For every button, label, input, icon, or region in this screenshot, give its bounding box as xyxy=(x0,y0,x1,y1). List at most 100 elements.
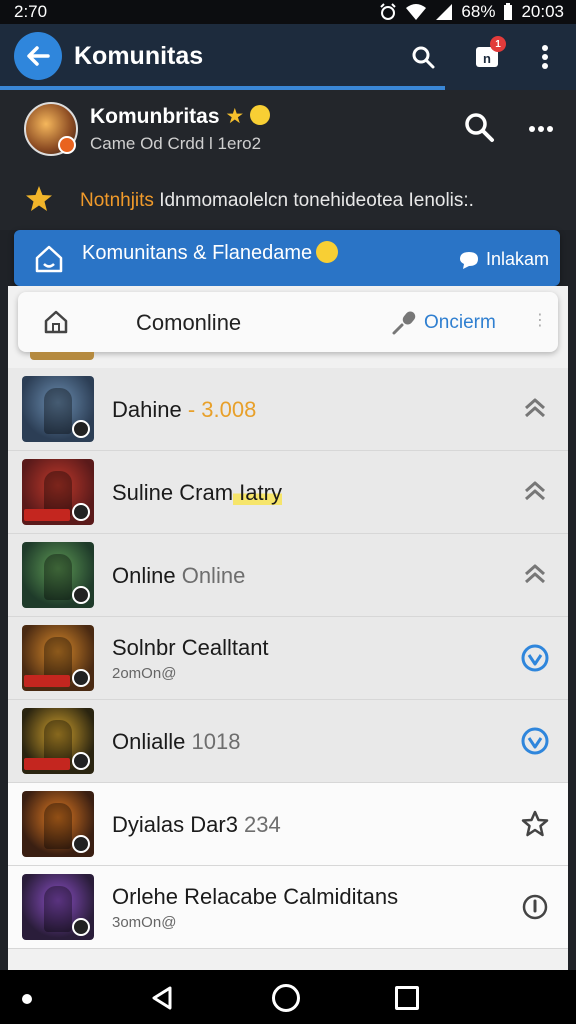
channel-list-panel: Comonline Oncierm ⋮ Dahine - 3.008 Suline… xyxy=(8,286,568,970)
announcement-highlight: Notnhjits xyxy=(80,190,154,211)
home-outline-icon xyxy=(35,245,63,273)
star-icon xyxy=(26,186,52,211)
channel-thumbnail xyxy=(22,625,94,691)
overflow-menu-button[interactable] xyxy=(530,36,560,78)
character-figure xyxy=(44,554,72,600)
thumbnail-badge-icon xyxy=(72,503,90,521)
battery-percent: 68% xyxy=(461,2,496,21)
thumbnail-tag xyxy=(24,758,70,770)
signal-icon xyxy=(436,4,453,20)
channel-thumbnail xyxy=(22,459,94,525)
chevron-up-icon[interactable] xyxy=(520,560,550,590)
community-name: Komunbritas ★ xyxy=(90,104,271,129)
community-name-text: Komunbritas xyxy=(90,105,220,128)
wifi-icon xyxy=(406,4,427,20)
search-icon xyxy=(412,46,435,69)
channel-row[interactable]: Suline Cram Iatry xyxy=(8,451,568,534)
channel-text: Suline Cram Iatry xyxy=(112,451,282,534)
battery-icon xyxy=(504,3,513,20)
channel-text: Dahine - 3.008 xyxy=(112,368,256,451)
thumbnail-badge-icon xyxy=(72,835,90,853)
community-more-button[interactable] xyxy=(524,110,558,144)
nav-back-icon[interactable] xyxy=(148,984,176,1012)
app-search-button[interactable] xyxy=(402,36,444,78)
chevron-up-icon[interactable] xyxy=(520,394,550,424)
channel-row[interactable]: Orlehe Relacabe Calmiditans 3omOn@ xyxy=(8,866,568,949)
peek-item xyxy=(30,352,94,360)
character-figure xyxy=(44,886,72,932)
filter-label: Comonline xyxy=(136,310,242,335)
thumbnail-badge-icon xyxy=(72,669,90,687)
drag-handle-icon[interactable]: ⋮ xyxy=(532,310,548,330)
channel-row[interactable]: Online Online xyxy=(8,534,568,617)
channel-thumbnail xyxy=(22,376,94,442)
smile-emoji-icon xyxy=(250,105,271,125)
community-header: Komunbritas ★ Came Od Crdd l 1ero2 xyxy=(0,90,576,170)
system-nav-bar xyxy=(0,970,576,1024)
smile-emoji-icon xyxy=(316,241,339,263)
community-subtitle: Came Od Crdd l 1ero2 xyxy=(90,134,262,153)
more-vertical-icon xyxy=(542,45,548,69)
thumbnail-badge-icon xyxy=(72,752,90,770)
home-icon[interactable] xyxy=(42,308,70,336)
channel-row[interactable]: Dahine - 3.008 xyxy=(8,368,568,451)
channel-title-text: Dyialas Dar3 xyxy=(112,811,238,837)
avatar-badge-icon xyxy=(58,136,76,154)
announcement-bar[interactable]: Notnhjits Idnmomaolelcn tonehideotea Ien… xyxy=(0,170,576,230)
channel-title-extra: - 3.008 xyxy=(181,396,257,422)
thumbnail-badge-icon xyxy=(72,586,90,604)
check-circle-icon[interactable] xyxy=(520,643,550,673)
svg-text:n: n xyxy=(483,51,491,66)
channel-subtitle: 2omOn@ xyxy=(112,665,177,682)
filter-action-link[interactable]: Oncierm xyxy=(424,312,496,334)
banner-title-text: Komunitans & Flanedame xyxy=(82,242,313,264)
star-emoji-icon: ★ xyxy=(225,105,245,128)
notification-badge: 1 xyxy=(490,36,506,52)
channel-title: Solnbr Cealltant xyxy=(112,635,269,661)
channel-title-text: Orlehe Relacabe Calmiditans xyxy=(112,884,399,909)
announcement-text: Notnhjits Idnmomaolelcn tonehideotea Ien… xyxy=(80,190,550,212)
channel-row[interactable]: Dyialas Dar3 234 xyxy=(8,783,568,866)
channel-text: Orlehe Relacabe Calmiditans 3omOn@ xyxy=(112,866,398,949)
star-outline-icon[interactable] xyxy=(520,809,550,839)
channel-title-text: Suline Cram xyxy=(112,479,234,505)
channel-thumbnail xyxy=(22,542,94,608)
chevron-up-icon[interactable] xyxy=(520,477,550,507)
community-banner[interactable]: Komunitans & Flanedame Inlakam xyxy=(14,230,560,286)
channel-text: Solnbr Cealltant 2omOn@ xyxy=(112,617,269,700)
status-clock: 20:03 xyxy=(521,2,564,21)
status-left-time: 2:70 xyxy=(14,2,48,21)
channel-row[interactable]: Solnbr Cealltant 2omOn@ xyxy=(8,617,568,700)
banner-title: Komunitans & Flanedame xyxy=(82,241,339,265)
nav-home-icon[interactable] xyxy=(272,984,300,1012)
character-figure xyxy=(44,803,72,849)
nav-recents-icon[interactable] xyxy=(395,986,419,1010)
banner-action-button[interactable]: Inlakam xyxy=(458,249,549,270)
app-bar: Komunitas n 1 xyxy=(0,24,576,90)
info-circle-icon[interactable] xyxy=(520,892,550,922)
channel-title: Dyialas Dar3 234 xyxy=(112,812,281,838)
channel-title-text: Online xyxy=(112,562,176,588)
check-circle-icon[interactable] xyxy=(520,726,550,756)
thumbnail-tag xyxy=(24,675,70,687)
notifications-button[interactable]: n 1 xyxy=(468,36,508,76)
channel-title: Online Online xyxy=(112,563,245,589)
chat-bubble-icon xyxy=(460,251,478,269)
microphone-icon[interactable] xyxy=(390,308,418,336)
search-icon xyxy=(465,113,494,142)
channel-title-text: Dahine xyxy=(112,396,182,422)
channel-title-text: Onlialle xyxy=(112,728,186,754)
community-search-button[interactable] xyxy=(462,110,496,144)
character-figure xyxy=(44,388,72,434)
back-button[interactable] xyxy=(14,32,62,80)
channel-title: Onlialle 1018 xyxy=(112,729,240,755)
thumbnail-badge-icon xyxy=(72,918,90,936)
channel-row[interactable]: Onlialle 1018 xyxy=(8,700,568,783)
channel-text: Onlialle 1018 xyxy=(112,700,240,783)
filter-row[interactable]: Comonline Oncierm ⋮ xyxy=(18,292,558,352)
banner-action-label: Inlakam xyxy=(486,249,550,269)
nav-dot-icon[interactable] xyxy=(22,994,32,1004)
thumbnail-badge-icon xyxy=(72,420,90,438)
channel-rows: Dahine - 3.008 Suline Cram Iatry Online On… xyxy=(8,368,568,949)
channel-thumbnail xyxy=(22,791,94,857)
